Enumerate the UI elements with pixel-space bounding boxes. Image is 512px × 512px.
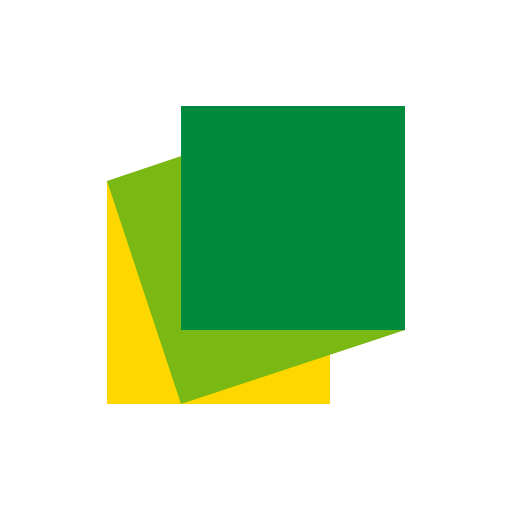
stacked-squares-icon (107, 106, 405, 404)
app-icon-canvas (0, 0, 512, 512)
green-front-square (181, 106, 405, 330)
